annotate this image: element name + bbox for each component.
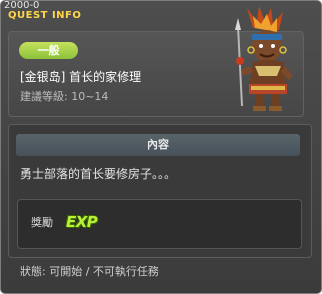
quest-recommended-level: 建議等級: 10~14 — [20, 90, 109, 103]
window-title: QUEST INFO — [8, 10, 82, 21]
quest-description: 勇士部落的首长要修房子。。。 — [20, 167, 177, 181]
tribal-chief-npc-icon — [235, 6, 293, 111]
content-section-header: 內容 — [16, 134, 300, 156]
exp-reward-icon: EXP — [66, 213, 98, 231]
quest-name: [金银岛] 首长的家修理 — [20, 70, 142, 84]
quest-status: 狀態: 可開始 / 不可執行任務 — [20, 265, 159, 278]
quest-category-badge: 一般 — [19, 42, 78, 59]
reward-label: 獎勵 — [31, 216, 53, 229]
reward-panel — [17, 199, 302, 249]
